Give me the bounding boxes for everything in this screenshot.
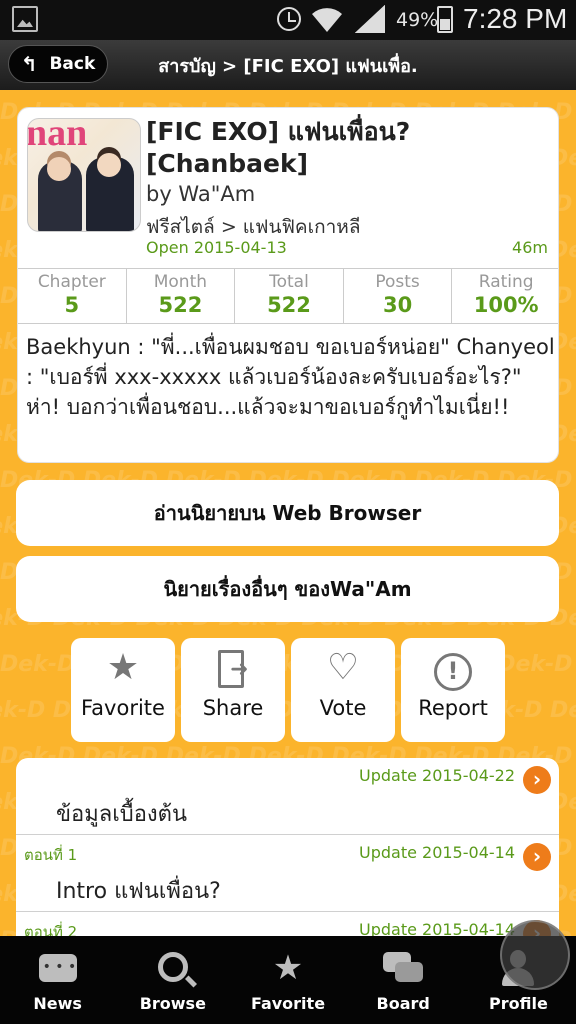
nav-label: Profile [489, 994, 548, 1013]
gallery-icon [12, 6, 38, 32]
share-icon [181, 638, 285, 696]
chapter-row[interactable]: Update 2015-04-22 › ข้อมูลเบื้องต้น [16, 758, 559, 835]
chapter-title: ข้อมูลเบื้องต้น [56, 802, 188, 827]
signal-icon [355, 5, 385, 33]
open-date: Open 2015-04-13 [146, 238, 287, 257]
battery-percent: 49% [396, 9, 439, 31]
tile-label: Vote [319, 696, 367, 720]
back-button[interactable]: ↰ Back [8, 45, 108, 83]
stat-posts: Posts 30 [344, 269, 453, 323]
read-on-web-browser-button[interactable]: อ่านนิยายบน Web Browser [16, 480, 559, 546]
back-label: Back [49, 54, 96, 74]
stat-rating: Rating 100% [452, 269, 558, 323]
stat-label: Rating [478, 272, 534, 292]
breadcrumb-title: สารบัญ > [FIC EXO] แฟนเพื่อ. [158, 56, 418, 77]
alarm-icon [277, 7, 301, 31]
story-info-card: nan [FIC EXO] แฟนเพื่อน? [Chanbaek] by W… [17, 107, 559, 463]
status-bar: 49% 7:28 PM [0, 0, 576, 40]
clock: 7:28 PM [463, 3, 568, 34]
nav-label: Favorite [250, 994, 326, 1013]
heart-icon: ♡ [326, 647, 360, 688]
other-stories-button[interactable]: นิยายเรื่องอื่นๆ ของWa"Am [16, 556, 559, 622]
cover-figure [86, 153, 134, 231]
nav-news[interactable]: News [0, 936, 115, 1024]
stat-value: 522 [158, 293, 203, 317]
board-icon [346, 946, 461, 994]
nav-board[interactable]: Board [346, 936, 461, 1024]
tile-label: Favorite [81, 696, 165, 720]
story-cover-image[interactable]: nan [27, 118, 141, 232]
app-header: ↰ Back สารบัญ > [FIC EXO] แฟนเพื่อ. [0, 40, 576, 90]
star-icon: ★ [106, 647, 140, 688]
chapter-update-date: Update 2015-04-22 [358, 766, 515, 785]
nav-label: News [33, 994, 82, 1013]
stat-value: 100% [473, 293, 539, 317]
vote-action-button[interactable]: ♡ Vote [291, 638, 395, 742]
back-arrow-icon: ↰ [20, 52, 38, 76]
report-icon: ! [401, 638, 505, 696]
bottom-nav: News Browse ★ Favorite Board Profile [0, 936, 576, 1024]
stat-value: 30 [382, 293, 413, 317]
cover-figure [38, 157, 82, 231]
stat-value: 5 [64, 293, 80, 317]
share-action-button[interactable]: Share [181, 638, 285, 742]
wifi-icon [312, 8, 342, 32]
story-author[interactable]: by Wa"Am [146, 182, 255, 206]
chapter-number: ตอนที่ 1 [24, 846, 78, 864]
search-icon [115, 946, 230, 994]
stat-total: Total 522 [235, 269, 344, 323]
tile-label: Report [418, 696, 488, 720]
floating-assistive-button[interactable] [500, 920, 570, 990]
story-age: 46m [512, 238, 548, 257]
stat-label: Total [269, 272, 309, 292]
chevron-right-icon[interactable]: › [523, 766, 551, 794]
nav-label: Browse [139, 994, 206, 1013]
chapter-title: Intro แฟนเพื่อน? [56, 879, 221, 904]
stat-label: Chapter [37, 272, 106, 292]
stat-month: Month 522 [127, 269, 236, 323]
stat-chapter: Chapter 5 [18, 269, 127, 323]
stat-label: Posts [375, 272, 420, 292]
story-summary: Baekhyun : "พี่...เพื่อนผมชอบ ขอเบอร์หน่… [26, 335, 555, 419]
favorite-action-button[interactable]: ★ Favorite [71, 638, 175, 742]
nav-browse[interactable]: Browse [115, 936, 230, 1024]
chapter-update-date: Update 2015-04-14 [358, 843, 515, 862]
chapter-row[interactable]: ตอนที่ 1 Update 2015-04-14 › Intro แฟนเพ… [16, 835, 559, 912]
story-title: [FIC EXO] แฟนเพื่อน? [Chanbaek] [146, 117, 411, 178]
star-icon: ★ [272, 948, 304, 988]
stat-value: 522 [267, 293, 311, 317]
cover-text: nan [27, 118, 88, 154]
report-action-button[interactable]: ! Report [401, 638, 505, 742]
stat-label: Month [153, 272, 208, 292]
tile-label: Share [202, 696, 264, 720]
news-icon [0, 946, 115, 994]
nav-favorite[interactable]: ★ Favorite [230, 936, 345, 1024]
battery-icon [437, 6, 453, 33]
nav-label: Board [376, 994, 430, 1013]
story-stats: Chapter 5 Month 522 Total 522 Posts 30 R… [18, 268, 558, 324]
chevron-right-icon[interactable]: › [523, 843, 551, 871]
chapter-list: Update 2015-04-22 › ข้อมูลเบื้องต้น ตอนท… [16, 758, 559, 958]
